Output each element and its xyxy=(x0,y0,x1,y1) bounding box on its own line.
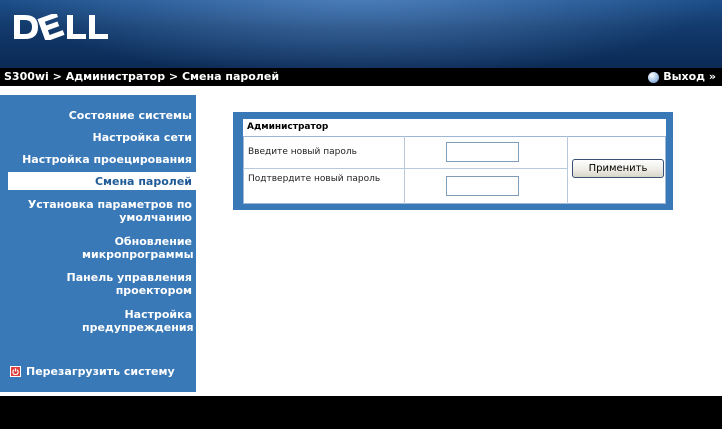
column-divider xyxy=(567,136,568,204)
sidebar-item-label: Настройка сети xyxy=(92,131,192,144)
sidebar-item-label: Смена паролей xyxy=(94,175,192,188)
apply-button[interactable]: Применить xyxy=(572,159,664,178)
confirm-password-field[interactable] xyxy=(446,176,519,196)
sidebar-item-alert-settings[interactable]: Настройка предупреждения xyxy=(82,308,194,334)
sidebar-item-network-settings[interactable]: Настройка сети xyxy=(93,131,192,144)
reboot-button[interactable]: Перезагрузить систему xyxy=(10,365,175,378)
sidebar-item-label: Настройка проецирования xyxy=(22,153,192,166)
sidebar-item-label: Настройка предупреждения xyxy=(82,308,194,334)
new-password-field[interactable] xyxy=(446,142,519,162)
sidebar-item-change-password[interactable]: Смена паролей xyxy=(95,175,192,188)
sidebar-item-label: Установка параметров по умолчанию xyxy=(27,198,192,224)
sidebar-item-label: Состояние системы xyxy=(68,109,192,122)
panel-title: Администратор xyxy=(243,119,666,136)
confirm-password-label: Подтвердите новый пароль xyxy=(248,174,381,184)
row-divider xyxy=(243,168,567,169)
sidebar-item-defaults[interactable]: Установка параметров по умолчанию xyxy=(8,198,192,224)
sidebar-item-label: Панель управления проектором xyxy=(66,271,192,297)
breadcrumb: S300wi > Администратор > Смена паролей xyxy=(4,70,280,83)
breadcrumb-bar: S300wi > Администратор > Смена паролей В… xyxy=(0,68,722,86)
header-banner xyxy=(0,0,722,68)
reboot-label: Перезагрузить систему xyxy=(26,365,175,378)
sidebar-item-firmware-update[interactable]: Обновление микропрограммы xyxy=(82,235,194,261)
sidebar-item-projection-settings[interactable]: Настройка проецирования xyxy=(22,153,192,166)
sidebar-item-projector-control[interactable]: Панель управления проектором xyxy=(42,271,192,297)
sidebar-item-system-status[interactable]: Состояние системы xyxy=(69,109,192,122)
logout-button[interactable]: Выход » xyxy=(648,68,716,86)
new-password-label: Введите новый пароль xyxy=(248,147,357,157)
column-divider xyxy=(404,136,405,204)
dell-logo-icon xyxy=(14,14,108,40)
sidebar: Состояние системы Настройка сети Настрой… xyxy=(0,95,196,392)
power-icon xyxy=(10,366,21,377)
globe-icon xyxy=(648,71,660,83)
sidebar-item-label: Обновление микропрограммы xyxy=(82,235,194,261)
logout-label: Выход » xyxy=(663,70,716,83)
footer-bar xyxy=(0,396,722,429)
